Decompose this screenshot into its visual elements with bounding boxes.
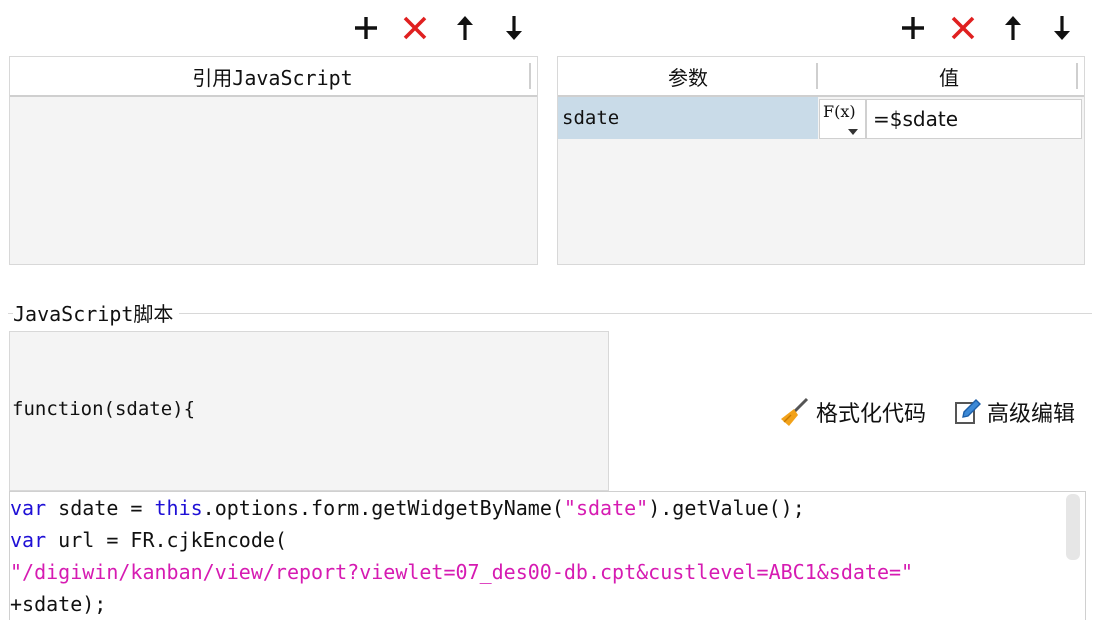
arrow-up-icon — [1005, 16, 1021, 40]
delete-x-icon — [403, 16, 427, 40]
fx-icon: F(x) — [823, 102, 856, 121]
param-value-field[interactable]: =$sdate — [866, 99, 1082, 139]
code-text: ).getValue(); — [648, 496, 805, 520]
arrow-down-icon — [506, 16, 522, 40]
script-section-title: JavaScript脚本 — [13, 298, 180, 327]
code-string: "/digiwin/kanban/view/report?viewlet=07_… — [10, 560, 914, 584]
code-line-4: +sdate); — [10, 588, 1085, 620]
param-value: =$sdate — [873, 107, 958, 131]
param-move-up-button[interactable] — [996, 11, 1030, 45]
code-keyword: this — [154, 496, 203, 520]
ref-js-header: 引用JavaScript — [10, 57, 537, 97]
col-value-header: 值 — [939, 65, 959, 90]
advanced-edit-button[interactable]: 高级编辑 — [953, 396, 1075, 428]
function-signature-box: function(sdate){ — [9, 331, 609, 491]
ref-js-header-label: 引用JavaScript — [192, 65, 353, 90]
code-keyword: var — [10, 528, 47, 552]
param-name: sdate — [562, 107, 620, 129]
code-text: .options.form.getWidgetByName( — [202, 496, 564, 520]
code-editor[interactable]: var sdate = this.options.form.getWidgetB… — [9, 491, 1086, 620]
param-name-cell[interactable]: sdate — [558, 97, 818, 139]
arrow-up-icon — [457, 16, 473, 40]
add-button[interactable] — [349, 11, 383, 45]
delete-x-icon — [951, 16, 975, 40]
format-code-label: 格式化代码 — [816, 402, 927, 427]
table-row[interactable]: sdate F(x) =$sdate — [558, 97, 1084, 139]
code-text: +sdate); — [10, 592, 107, 616]
ref-js-table[interactable]: 引用JavaScript — [9, 56, 538, 265]
params-table[interactable]: 参数 值 sdate F(x) =$sdate — [557, 56, 1085, 265]
broom-icon — [781, 397, 809, 426]
col-param-header: 参数 — [668, 65, 708, 90]
format-code-button[interactable]: 格式化代码 — [778, 396, 926, 428]
param-delete-button[interactable] — [946, 11, 980, 45]
plus-icon — [902, 17, 924, 39]
code-keyword: var — [10, 496, 47, 520]
formula-button[interactable]: F(x) — [819, 99, 866, 139]
plus-icon — [355, 17, 377, 39]
delete-button[interactable] — [398, 11, 432, 45]
param-add-button[interactable] — [896, 11, 930, 45]
move-up-button[interactable] — [448, 11, 482, 45]
code-scrollbar[interactable] — [1066, 494, 1080, 560]
move-down-button[interactable] — [497, 11, 531, 45]
arrow-down-icon — [1054, 16, 1070, 40]
code-string: "sdate" — [563, 496, 649, 520]
param-move-down-button[interactable] — [1045, 11, 1079, 45]
edit-icon — [955, 399, 981, 424]
code-line-3: "/digiwin/kanban/view/report?viewlet=07_… — [10, 556, 1085, 588]
code-text: sdate = — [46, 496, 155, 520]
code-line-1: var sdate = this.options.form.getWidgetB… — [10, 492, 1085, 524]
function-signature: function(sdate){ — [12, 398, 196, 420]
params-header: 参数 值 — [558, 57, 1084, 97]
code-line-2: var url = FR.cjkEncode( — [10, 524, 1085, 556]
code-text: url = FR.cjkEncode( — [46, 528, 287, 552]
advanced-edit-label: 高级编辑 — [987, 402, 1076, 427]
chevron-down-icon — [848, 129, 858, 135]
